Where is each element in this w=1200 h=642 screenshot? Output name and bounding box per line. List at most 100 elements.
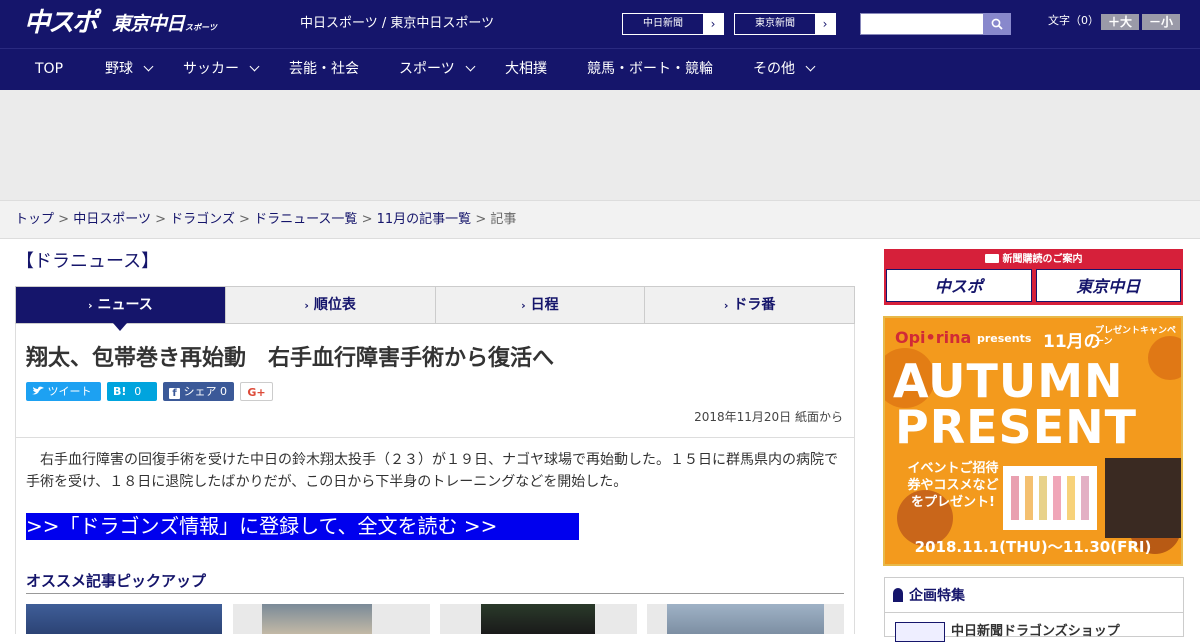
main-nav: TOP 野球 サッカー 芸能・社会 スポーツ 大相撲 競馬・ボート・競輪 その他 <box>0 48 1200 90</box>
breadcrumb-november[interactable]: 11月の記事一覧 <box>377 212 472 227</box>
nav-item-baseball[interactable]: 野球 <box>105 49 154 89</box>
nav-label: 芸能・社会 <box>289 61 359 77</box>
breadcrumb-dragons[interactable]: ドラゴンズ <box>170 212 235 227</box>
logo-chusupo[interactable]: 中スポ <box>24 9 98 37</box>
feature-thumbnail[interactable] <box>895 622 945 642</box>
search-icon <box>991 18 1003 30</box>
tab-label: 日程 <box>530 297 559 313</box>
chunichi-shimbun-link[interactable]: 中日新聞 › <box>622 13 724 35</box>
tab-standings[interactable]: › 順位表 <box>226 287 436 323</box>
tab-news[interactable]: › ニュース <box>16 287 226 331</box>
font-smaller-button[interactable]: －小 <box>1142 14 1180 30</box>
hatena-bookmark-button[interactable]: B! 0 <box>107 382 157 401</box>
twitter-bird-icon <box>32 386 44 395</box>
breadcrumb-dora-news[interactable]: ドラニュース一覧 <box>254 212 357 227</box>
subscription-caption: 新聞購読のご案内 <box>886 251 1181 269</box>
tab-label: ニュース <box>97 297 153 313</box>
nav-label: 大相撲 <box>505 61 547 77</box>
feature-heading-text: 企画特集 <box>909 588 965 604</box>
nav-item-entertainment[interactable]: 芸能・社会 <box>289 49 359 89</box>
tab-label: ドラ番 <box>733 297 776 313</box>
nav-label: TOP <box>35 61 64 77</box>
breadcrumb-current: 記事 <box>490 212 517 227</box>
nav-label: 野球 <box>105 61 133 77</box>
hatena-count: 0 <box>134 385 142 398</box>
chevron-down-icon <box>249 61 260 72</box>
promo-event-text: イベントご招待券やコスメなどをプレゼント! <box>907 461 999 510</box>
search-button[interactable] <box>983 13 1011 35</box>
google-plus-button[interactable]: G+ <box>240 382 273 401</box>
ribbon-icon <box>893 588 903 602</box>
tweet-button[interactable]: ツイート <box>26 382 101 401</box>
breadcrumb-separator: > <box>475 212 487 227</box>
nav-label: スポーツ <box>399 61 455 77</box>
promo-headline-autumn: AUTUMN <box>893 354 1124 408</box>
chevron-down-icon <box>465 61 476 72</box>
facebook-icon: f <box>169 388 180 399</box>
promo-month: 11月の <box>1043 332 1101 352</box>
chevron-right-icon: › <box>723 299 729 312</box>
chevron-right-icon: › <box>703 14 723 34</box>
nav-item-top[interactable]: TOP <box>35 49 63 89</box>
newspaper-icon <box>984 254 999 263</box>
nav-label: サッカー <box>183 61 239 77</box>
site-subtitle: 中日スポーツ / 東京中日スポーツ <box>300 16 495 31</box>
ad-placeholder <box>0 90 1200 200</box>
subscribe-chusupo-logo[interactable]: 中スポ <box>886 269 1032 302</box>
subscription-caption-text: 新聞購読のご案内 <box>1002 254 1083 265</box>
nav-label: 競馬・ボート・競輪 <box>587 61 713 77</box>
news-tabs: › ニュース › 順位表 › 日程 › ドラ番 <box>15 286 855 331</box>
nav-label: その他 <box>753 61 795 77</box>
tokyo-link-label: 東京新聞 <box>755 18 795 29</box>
facebook-share-button[interactable]: f シェア 0 <box>163 382 234 401</box>
font-size-label: 文字（0） <box>1048 14 1099 27</box>
breadcrumb: トップ > 中日スポーツ > ドラゴンズ > ドラニュース一覧 > 11月の記事… <box>0 200 1200 239</box>
article-date: 2018年11月20日 紙面から <box>694 410 843 424</box>
breadcrumb-separator: > <box>58 212 70 227</box>
tab-label: 順位表 <box>313 297 356 313</box>
nav-item-racing[interactable]: 競馬・ボート・競輪 <box>587 49 713 89</box>
facebook-label: シェア <box>183 385 217 398</box>
feature-heading: 企画特集 <box>893 586 965 606</box>
article-title: 翔太、包帯巻き再始動 右手血行障害手術から復活へ <box>26 346 555 371</box>
autumn-present-ad[interactable]: Opi•rina presents 11月の プレゼントキャンペーン AUTUM… <box>883 316 1183 566</box>
chevron-down-icon <box>805 61 816 72</box>
nav-item-other[interactable]: その他 <box>753 49 816 89</box>
logo-tokyo-chunichi[interactable]: 東京中日スポーツ <box>112 12 217 40</box>
tab-schedule[interactable]: › 日程 <box>436 287 646 323</box>
nav-item-soccer[interactable]: サッカー <box>183 49 260 89</box>
chevron-down-icon <box>143 61 154 72</box>
tokyo-shimbun-link[interactable]: 東京新聞 › <box>734 13 836 35</box>
register-read-more-link[interactable]: >>「ドラゴンズ情報」に登録して、全文を読む >> <box>26 513 579 540</box>
subscription-banner[interactable]: 新聞購読のご案内 中スポ 東京中日 <box>884 249 1183 305</box>
breadcrumb-separator: > <box>361 212 373 227</box>
google-plus-icon: G+ <box>247 386 266 399</box>
facebook-count: 0 <box>220 385 227 398</box>
subscribe-tokyo-chunichi-logo[interactable]: 東京中日 <box>1035 269 1181 302</box>
tweet-label: ツイート <box>47 385 92 398</box>
chevron-right-icon: › <box>521 299 526 312</box>
divider <box>26 593 844 594</box>
section-heading: 【ドラニュース】 <box>16 251 160 272</box>
breadcrumb-separator: > <box>155 212 166 227</box>
promo-presents: presents <box>977 332 1032 345</box>
promo-headline-present: PRESENT <box>895 400 1137 454</box>
breadcrumb-top[interactable]: トップ <box>15 212 54 227</box>
chunichi-link-label: 中日新聞 <box>643 18 683 29</box>
divider <box>16 437 854 438</box>
chevron-right-icon: › <box>87 299 93 312</box>
nav-item-sumo[interactable]: 大相撲 <box>505 49 547 89</box>
font-larger-button[interactable]: ＋大 <box>1101 14 1139 30</box>
nav-item-sports[interactable]: スポーツ <box>399 49 476 89</box>
chevron-right-icon: › <box>304 299 309 312</box>
breadcrumb-chunichi-sports[interactable]: 中日スポーツ <box>73 212 151 227</box>
chevron-right-icon: › <box>815 14 835 34</box>
promo-brand: Opi•rina <box>895 328 972 347</box>
top-header: 中スポ 東京中日スポーツ 中日スポーツ / 東京中日スポーツ 中日新聞 › 東京… <box>0 0 1200 48</box>
promo-dates: 2018.11.1(THU)～11.30(FRI) <box>914 538 1152 556</box>
pickup-heading: オススメ記事ピックアップ <box>26 572 207 590</box>
hatena-icon: B! <box>113 385 127 398</box>
tab-dora-ban[interactable]: › ドラ番 <box>645 287 854 323</box>
promo-campaign: プレゼントキャンペーン <box>1095 326 1177 347</box>
article-body: 右手血行障害の回復手術を受けた中日の鈴木翔太投手（２３）が１９日、ナゴヤ球場で再… <box>26 452 838 490</box>
